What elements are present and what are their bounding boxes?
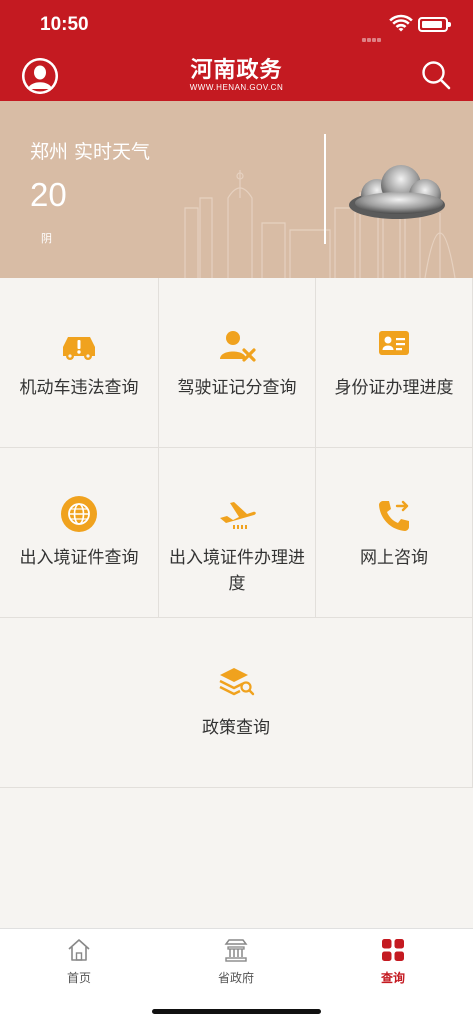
tab-home[interactable]: 首页 (29, 937, 129, 986)
service-label: 出入境证件办理进度 (169, 548, 305, 594)
top-header: 10:50 河南政务 WWW.HENAN.GOV.CN (0, 0, 473, 101)
phone-forward-icon (379, 500, 409, 531)
status-bar: 10:50 (0, 0, 473, 50)
service-label: 出入境证件查询 (19, 548, 139, 568)
wifi-icon (389, 14, 413, 32)
service-label: 驾驶证记分查询 (177, 378, 297, 398)
tab-provincial-government[interactable]: 省政府 (186, 937, 286, 986)
cloudy-weather-icon (349, 165, 445, 219)
search-icon[interactable] (420, 59, 452, 91)
service-exit-entry-query[interactable]: 出入境证件查询 (0, 448, 159, 618)
service-policy-query[interactable]: 政策查询 (0, 618, 473, 788)
app-title: 河南政务 (190, 57, 283, 83)
weather-city: 郑州 实时天气 (30, 141, 151, 163)
service-label: 政策查询 (202, 718, 270, 738)
tab-label: 查询 (380, 971, 405, 985)
service-label: 机动车违法查询 (19, 378, 139, 398)
battery-icon (418, 17, 451, 32)
airplane-icon (220, 502, 256, 529)
weather-temperature: 20 (30, 176, 67, 213)
home-icon (68, 939, 90, 961)
service-id-card-progress[interactable]: 身份证办理进度 (316, 278, 473, 448)
service-license-points[interactable]: 驾驶证记分查询 (159, 278, 316, 448)
service-exit-entry-progress[interactable]: 出入境证件办理进度 (159, 448, 316, 618)
services-grid: 机动车违法查询 驾驶证记分查询 身份证办理进度 出入境证件查询 出入境证件办理进… (0, 278, 473, 788)
home-indicator[interactable] (152, 1009, 321, 1014)
service-online-consultation[interactable]: 网上咨询 (316, 448, 473, 618)
layers-search-icon (219, 668, 255, 696)
tab-query[interactable]: 查询 (343, 937, 443, 986)
app-brand: 河南政务 WWW.HENAN.GOV.CN (0, 57, 473, 93)
app-url: WWW.HENAN.GOV.CN (189, 83, 284, 92)
weather-divider (324, 134, 326, 244)
grid-icon (382, 939, 404, 961)
service-label: 身份证办理进度 (334, 378, 454, 398)
id-card-icon (379, 331, 409, 355)
user-remove-icon (220, 331, 256, 362)
government-building-icon (224, 939, 248, 962)
car-alert-icon (63, 337, 95, 360)
tab-label: 首页 (66, 971, 91, 985)
status-time: 10:50 (40, 14, 89, 35)
weather-condition: 阴 (41, 232, 52, 245)
weather-banner[interactable]: 郑州 实时天气 20 阴 (0, 101, 473, 278)
cellular-signal-icon (362, 27, 384, 42)
service-vehicle-violation[interactable]: 机动车违法查询 (0, 278, 159, 448)
tab-label: 省政府 (217, 971, 254, 985)
service-label: 网上咨询 (360, 548, 428, 568)
globe-icon (61, 496, 97, 532)
